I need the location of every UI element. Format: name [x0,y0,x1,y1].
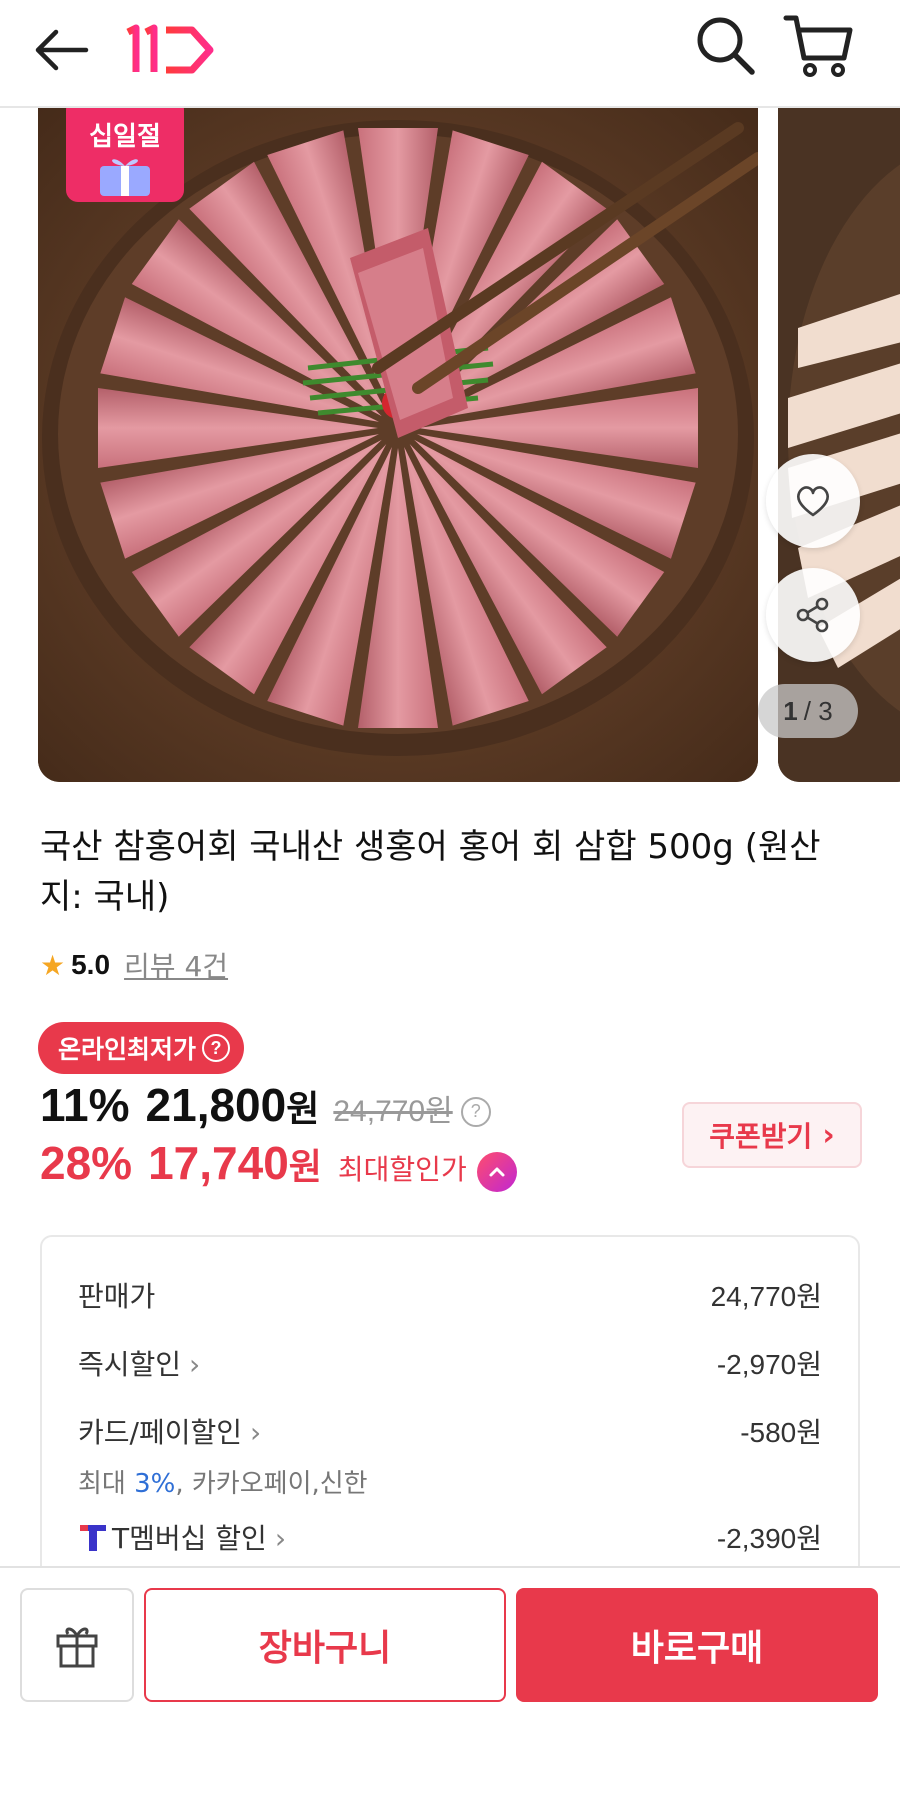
instant-discount-amount: -2,970원 [716,1349,822,1380]
card-pay-note: 최대 3%, 카카오페이,신한 [78,1463,368,1500]
back-button[interactable] [30,18,94,82]
sale-price-currency: 원 [286,1089,320,1130]
sale-price-label: 판매가 [78,1280,156,1313]
chevron-right-icon: › [274,1522,287,1555]
sale-price: 21,800 [145,1079,287,1131]
product-photo[interactable] [38,108,758,782]
carousel-page-indicator: 1 / 3 [758,684,858,738]
festival-badge-text: 십일절 [89,122,161,152]
instant-discount-row[interactable]: 즉시할인 › -2,970원 [78,1343,822,1383]
t-membership-icon [80,1525,106,1551]
price-info-icon[interactable]: ? [460,1096,491,1127]
chevron-right-icon: › [189,1348,201,1381]
gift-icon [56,1627,98,1668]
chevron-right-icon: › [250,1416,262,1449]
max-discount-currency: 원 [288,1147,322,1188]
max-discount-label: 최대할인가 [337,1153,467,1186]
bottom-purchase-bar: 장바구니 바로구매 [0,1566,900,1801]
eleven-street-logo[interactable] [122,14,222,84]
product-image-carousel[interactable]: 십일절 1 / 3 [0,108,900,788]
star-icon: ★ [40,948,66,982]
cart-button[interactable] [780,8,858,84]
question-icon: ? [202,1034,231,1062]
price-breakdown-card: 판매가 24,770원 즉시할인 › -2,970원 카드/페이할인 › -580원… [40,1235,860,1615]
online-lowest-price-badge[interactable]: 온라인최저가 ? [38,1022,245,1074]
search-button[interactable] [690,10,762,82]
rating-score: 5.0 [71,949,111,980]
max-discount-rate: 28% [40,1137,133,1189]
max-discount-price: 17,740 [148,1137,289,1189]
max-discount-price-row: 28% 17,740 원 최대할인가 [40,1136,517,1196]
card-pay-discount-label: 카드/페이할인 [78,1416,242,1449]
buy-now-button[interactable]: 바로구매 [516,1588,878,1702]
sale-price-breakdown-row: 판매가 24,770원 [78,1275,822,1315]
original-price: 24,770원 [333,1095,453,1128]
next-product-photo[interactable] [778,108,900,782]
search-icon [697,17,755,75]
coupon-button-label: 쿠폰받기 [709,1120,813,1153]
product-title: 국산 참홍어회 국내산 생홍어 홍어 회 삼합 500g (원산지: 국내) [40,827,821,917]
sale-price-amount: 24,770원 [710,1281,822,1312]
wishlist-button[interactable] [766,454,860,548]
add-to-cart-button[interactable]: 장바구니 [144,1588,506,1702]
t-membership-discount-row[interactable]: T멤버십 할인 › -2,390원 [78,1517,822,1557]
card-pay-discount-amount: -580원 [740,1417,822,1448]
festival-badge: 십일절 [66,108,184,208]
chevron-up-icon[interactable] [476,1152,517,1192]
cart-icon [783,15,853,77]
sale-price-row: 11% 21,800 원 24,770원 ? [40,1078,491,1134]
get-coupon-button[interactable]: 쿠폰받기 › [682,1102,862,1168]
heart-icon [797,486,829,517]
share-button[interactable] [766,568,860,662]
reviews-link[interactable]: 리뷰 4건 [124,945,228,985]
gift-button[interactable] [20,1588,134,1702]
card-note-suffix: , 카카오페이,신한 [175,1469,368,1499]
top-app-bar [0,0,900,108]
t-membership-amount: -2,390원 [716,1523,822,1554]
page-current: 1 [783,695,798,726]
share-icon [796,597,829,633]
product-rating: ★ 5.0 리뷰 4건 [40,945,228,985]
lowest-badge-label: 온라인최저가 [58,1035,197,1064]
page-total: / 3 [803,695,833,726]
card-note-percent: 3% [134,1469,176,1499]
arrow-left-icon [35,29,89,71]
instant-discount-label: 즉시할인 [78,1348,182,1381]
t-membership-label: T멤버십 할인 [112,1522,267,1555]
discount-rate: 11% [40,1079,130,1131]
chevron-right-icon: › [822,1117,835,1153]
card-pay-discount-row[interactable]: 카드/페이할인 › -580원 [78,1411,822,1451]
card-note-prefix: 최대 [78,1469,135,1499]
